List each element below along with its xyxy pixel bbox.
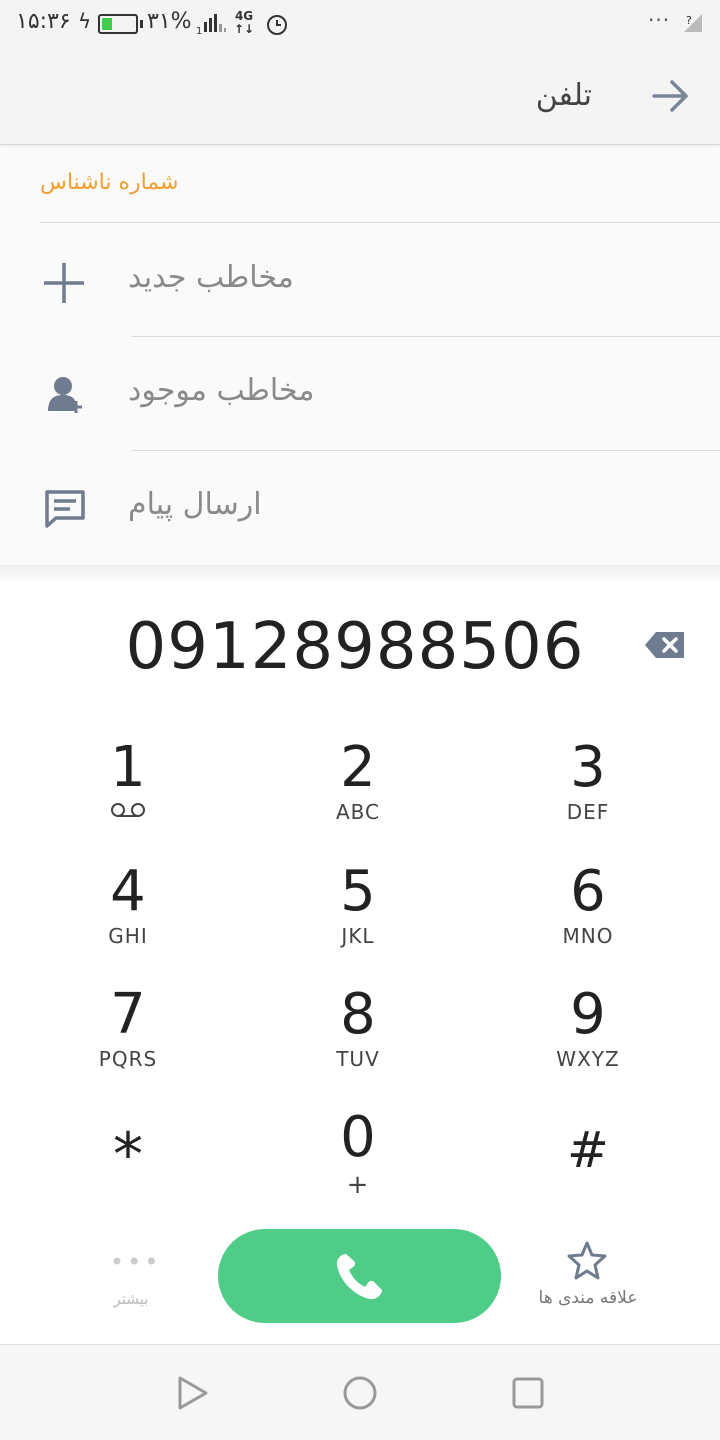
key-digit: 4 <box>110 859 146 924</box>
existing-contact-row[interactable]: مخاطب موجود <box>0 337 720 450</box>
backspace-icon[interactable] <box>644 630 686 660</box>
key-star[interactable]: * <box>38 1125 218 1235</box>
charging-bolt-icon: ϟ <box>78 9 92 33</box>
divider <box>40 222 720 223</box>
key-digit: 1 <box>110 735 146 800</box>
key-digit: # <box>567 1121 609 1179</box>
network-type: 4G <box>234 9 254 23</box>
existing-contact-label: مخاطب موجود <box>128 373 315 408</box>
send-message-row[interactable]: ارسال پیام <box>0 451 720 564</box>
key-digit: 7 <box>110 982 146 1047</box>
key-letters: + <box>346 1170 370 1200</box>
key-letters: WXYZ <box>556 1047 620 1071</box>
navigation-bar <box>0 1344 720 1440</box>
home-circle-icon[interactable] <box>342 1375 378 1411</box>
key-9[interactable]: 9 WXYZ <box>498 985 678 1095</box>
key-letters: MNO <box>562 924 614 948</box>
new-contact-label: مخاطب جدید <box>128 260 294 295</box>
key-4[interactable]: 4 GHI <box>38 862 218 972</box>
page-title: تلفن <box>535 78 592 113</box>
key-2[interactable]: 2 ABC <box>268 738 448 848</box>
back-triangle-icon[interactable] <box>176 1375 210 1411</box>
svg-text:?: ? <box>686 14 692 27</box>
plus-icon <box>44 263 84 303</box>
key-digit: 6 <box>570 859 606 924</box>
arrow-right-icon[interactable] <box>652 78 690 114</box>
dialer-separator <box>0 565 720 580</box>
battery-level-fill <box>102 18 112 30</box>
network-icon: 4G ↑↓ <box>234 9 255 36</box>
key-digit: 8 <box>340 982 376 1047</box>
voicemail-icon <box>111 803 145 817</box>
key-letters: TUV <box>336 1047 380 1071</box>
key-letters: GHI <box>108 924 148 948</box>
call-button[interactable] <box>218 1229 501 1323</box>
battery-tip <box>140 20 143 28</box>
more-label[interactable]: بیشتر <box>96 1290 166 1308</box>
key-5[interactable]: 5 JKL <box>268 862 448 972</box>
key-digit: * <box>113 1120 143 1190</box>
star-icon[interactable] <box>566 1240 608 1280</box>
more-dots-icon[interactable]: ••• <box>110 1248 161 1276</box>
more-status-icon: ··· <box>648 8 671 32</box>
status-bar: ۱۵:۳۶ ϟ ۳۱% 1 4G ↑↓ ··· ? <box>0 0 720 50</box>
signal-icon <box>204 14 226 32</box>
key-7[interactable]: 7 PQRS <box>38 985 218 1095</box>
wifi-icon: ? <box>684 14 702 32</box>
new-contact-row[interactable]: مخاطب جدید <box>0 224 720 336</box>
status-time: ۱۵:۳۶ <box>16 9 71 34</box>
send-message-label: ارسال پیام <box>128 487 262 522</box>
favorites-label[interactable]: علاقه مندی ها <box>520 1288 656 1308</box>
key-letters: ABC <box>335 800 380 824</box>
key-1[interactable]: 1 <box>38 738 218 848</box>
key-3[interactable]: 3 DEF <box>498 738 678 848</box>
person-add-icon <box>48 377 82 413</box>
battery-percent: ۳۱% <box>147 9 192 34</box>
key-0[interactable]: 0 + <box>268 1108 448 1218</box>
message-icon <box>45 490 85 528</box>
key-digit: 0 <box>340 1105 376 1170</box>
key-hash[interactable]: # <box>498 1120 678 1230</box>
recents-square-icon[interactable] <box>510 1375 546 1411</box>
phone-icon <box>336 1254 382 1300</box>
app-bar: تلفن <box>0 50 720 145</box>
key-letters: DEF <box>566 800 610 824</box>
key-digit: 2 <box>340 735 376 800</box>
key-6[interactable]: 6 MNO <box>498 862 678 972</box>
key-digit: 3 <box>570 735 606 800</box>
unknown-number-label: شماره ناشناس <box>40 170 179 195</box>
key-digit: 9 <box>570 982 606 1047</box>
alarm-icon <box>267 15 287 35</box>
battery-icon <box>98 14 138 34</box>
key-digit: 5 <box>340 859 376 924</box>
dialed-number[interactable]: 09128988506 <box>0 610 710 684</box>
key-8[interactable]: 8 TUV <box>268 985 448 1095</box>
key-letters: PQRS <box>98 1047 158 1071</box>
key-letters: JKL <box>341 924 375 948</box>
